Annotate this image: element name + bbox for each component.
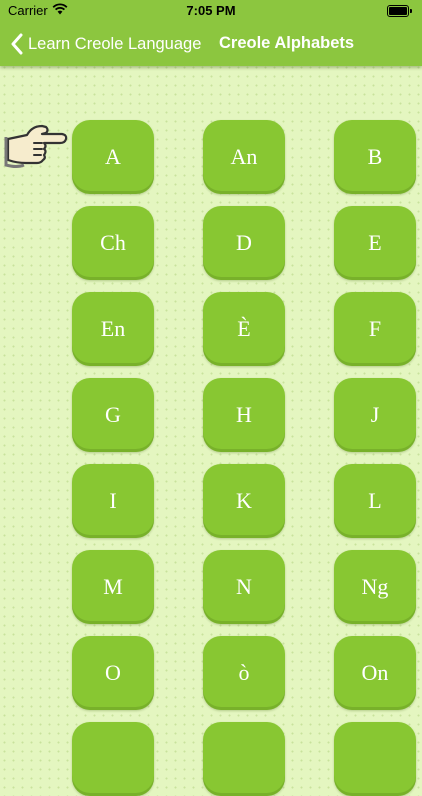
letter-button[interactable]: L (334, 464, 416, 538)
letter-button[interactable]: E (334, 206, 416, 280)
letter-button[interactable]: En (72, 292, 154, 366)
letter-button[interactable] (72, 722, 154, 796)
alphabet-grid: A An B Ch D E En È F G H J I K L M N Ng … (72, 120, 416, 796)
page-title: Creole Alphabets (219, 34, 355, 52)
battery-icon (387, 5, 412, 17)
letter-button[interactable]: Ch (72, 206, 154, 280)
clock: 7:05 PM (186, 3, 236, 18)
letter-button[interactable]: B (334, 120, 416, 194)
navigation-bar: Carrier 7:05 PM Learn Creole Language Cr… (0, 0, 422, 66)
letter-button[interactable]: ò (203, 636, 285, 710)
letter-button[interactable]: I (72, 464, 154, 538)
back-label: Learn Creole Language (28, 34, 202, 53)
letter-button[interactable]: On (334, 636, 416, 710)
chevron-left-icon (11, 33, 23, 55)
pointing-hand-icon (4, 124, 68, 168)
letter-button[interactable]: O (72, 636, 154, 710)
letter-button[interactable]: J (334, 378, 416, 452)
letter-button[interactable]: G (72, 378, 154, 452)
letter-button[interactable] (203, 722, 285, 796)
back-button[interactable]: Learn Creole Language (10, 32, 201, 56)
letter-button[interactable]: È (203, 292, 285, 366)
letter-button[interactable]: Ng (334, 550, 416, 624)
letter-button[interactable]: N (203, 550, 285, 624)
letter-button[interactable]: H (203, 378, 285, 452)
letter-button[interactable] (334, 722, 416, 796)
letter-button[interactable]: An (203, 120, 285, 194)
status-bar: Carrier 7:05 PM (0, 0, 422, 22)
letter-button[interactable]: M (72, 550, 154, 624)
letter-button[interactable]: F (334, 292, 416, 366)
letter-button[interactable]: A (72, 120, 154, 194)
letter-button[interactable]: D (203, 206, 285, 280)
letter-button[interactable]: K (203, 464, 285, 538)
